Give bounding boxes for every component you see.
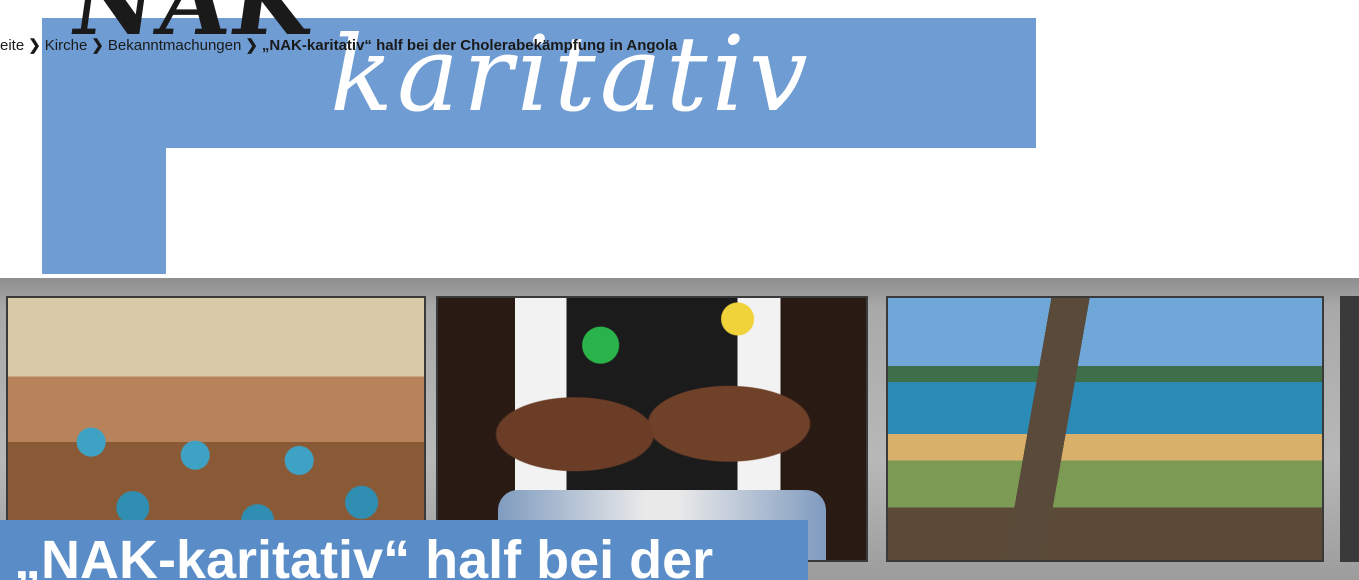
chevron-right-icon: ❯ xyxy=(245,37,258,54)
article-title-card: „NAK-karitativ“ half bei der xyxy=(0,520,808,580)
chevron-right-icon: ❯ xyxy=(91,37,104,54)
photo-partial xyxy=(1340,296,1359,562)
chevron-right-icon: ❯ xyxy=(28,37,41,54)
breadcrumb-item-current: „NAK-karitativ“ half bei der Cholerabekä… xyxy=(261,36,678,54)
breadcrumb: eite ❯ Kirche ❯ Bekanntmachungen ❯ „NAK-… xyxy=(0,36,678,55)
banner-blue-pillar xyxy=(42,18,166,274)
article-title: „NAK-karitativ“ half bei der xyxy=(14,530,714,580)
breadcrumb-item-bekanntmachungen[interactable]: Bekanntmachungen xyxy=(108,37,241,54)
photo-beach-boat xyxy=(886,296,1324,562)
breadcrumb-item-home[interactable]: eite xyxy=(0,37,24,54)
breadcrumb-item-kirche[interactable]: Kirche xyxy=(45,37,88,54)
